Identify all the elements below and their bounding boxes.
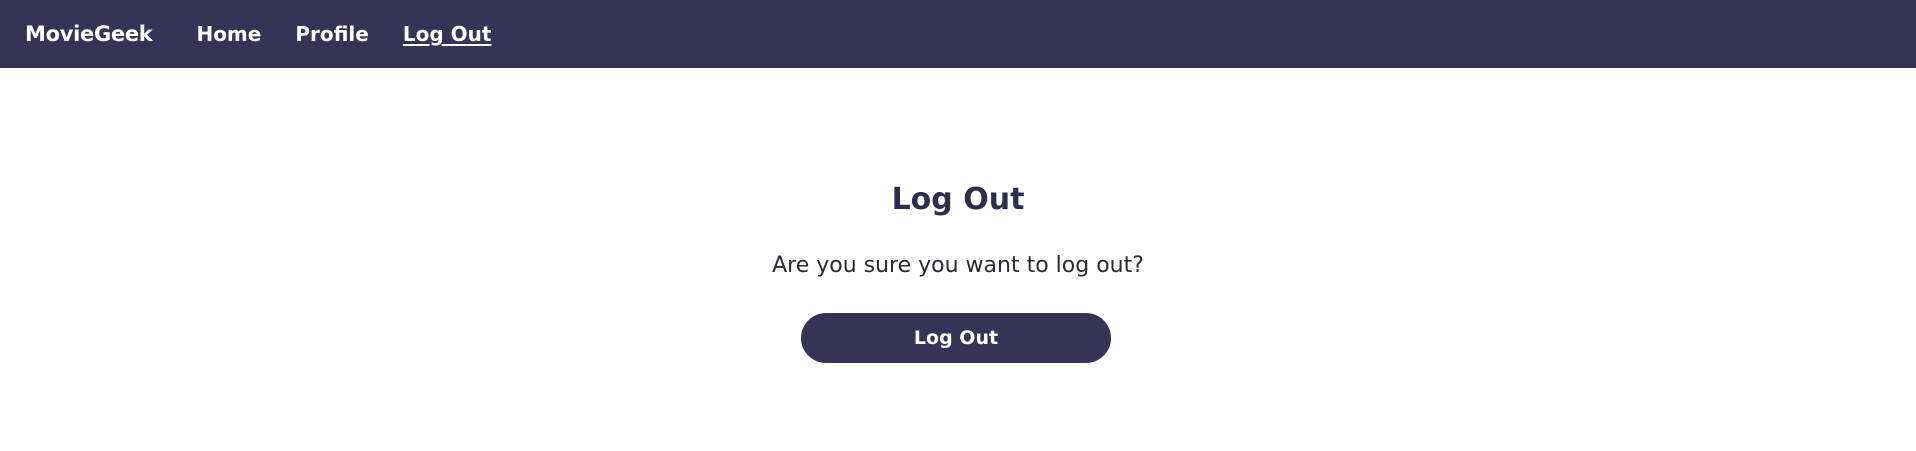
brand-logo[interactable]: MovieGeek [25,22,153,46]
nav-link-home[interactable]: Home [196,22,261,46]
nav-link-profile[interactable]: Profile [295,22,369,46]
page-title: Log Out [891,182,1025,217]
main-content: Log Out Are you sure you want to log out… [0,68,1916,451]
confirmation-message: Are you sure you want to log out? [772,253,1144,278]
navbar: MovieGeek Home Profile Log Out [0,0,1916,68]
nav-link-logout[interactable]: Log Out [403,22,492,46]
logout-button[interactable]: Log Out [801,313,1111,363]
